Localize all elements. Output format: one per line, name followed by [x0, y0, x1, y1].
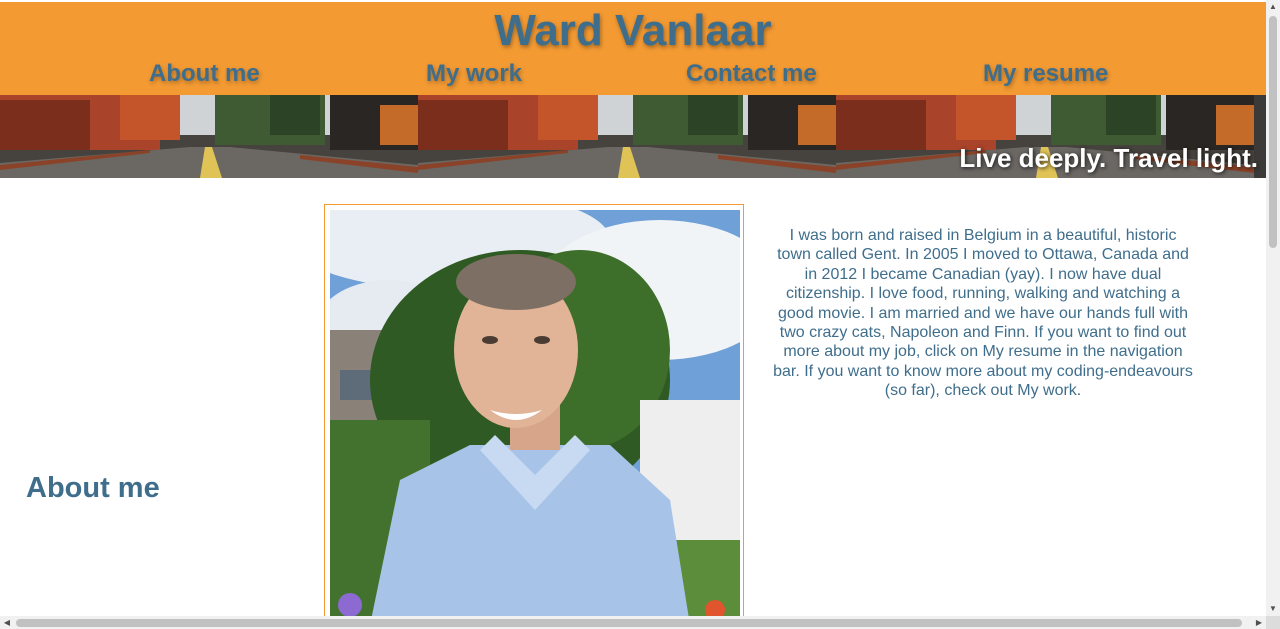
scroll-right-icon[interactable]: ▶ [1252, 616, 1266, 629]
banner-road-image [0, 95, 418, 178]
banner-tagline: Live deeply. Travel light. [959, 143, 1258, 173]
portrait-frame [324, 204, 744, 616]
nav-my-work[interactable]: My work [426, 60, 522, 88]
horizontal-scrollbar[interactable]: ◀ ▶ [0, 616, 1266, 629]
nav-about-me[interactable]: About me [149, 60, 260, 88]
section-heading-about-me: About me [26, 472, 160, 504]
profile-photo [330, 210, 740, 616]
banner: Live deeply. Travel light. [0, 95, 1266, 178]
scroll-down-icon[interactable]: ▼ [1266, 602, 1280, 616]
scrollbar-corner [1266, 616, 1280, 629]
banner-road-image [418, 95, 836, 178]
horizontal-scroll-thumb[interactable] [16, 619, 1242, 627]
vertical-scroll-thumb[interactable] [1269, 16, 1277, 248]
nav-my-resume[interactable]: My resume [983, 60, 1108, 88]
nav-contact-me[interactable]: Contact me [686, 60, 817, 88]
page-viewport: Ward Vanlaar About me My work Contact me… [0, 0, 1266, 616]
bio-text: I was born and raised in Belgium in a be… [773, 227, 1193, 400]
site-header: Ward Vanlaar About me My work Contact me… [0, 2, 1266, 95]
scroll-up-icon[interactable]: ▲ [1266, 0, 1280, 14]
site-title: Ward Vanlaar [494, 6, 772, 55]
vertical-scrollbar[interactable]: ▲ ▼ [1266, 0, 1280, 616]
scroll-left-icon[interactable]: ◀ [0, 616, 14, 629]
